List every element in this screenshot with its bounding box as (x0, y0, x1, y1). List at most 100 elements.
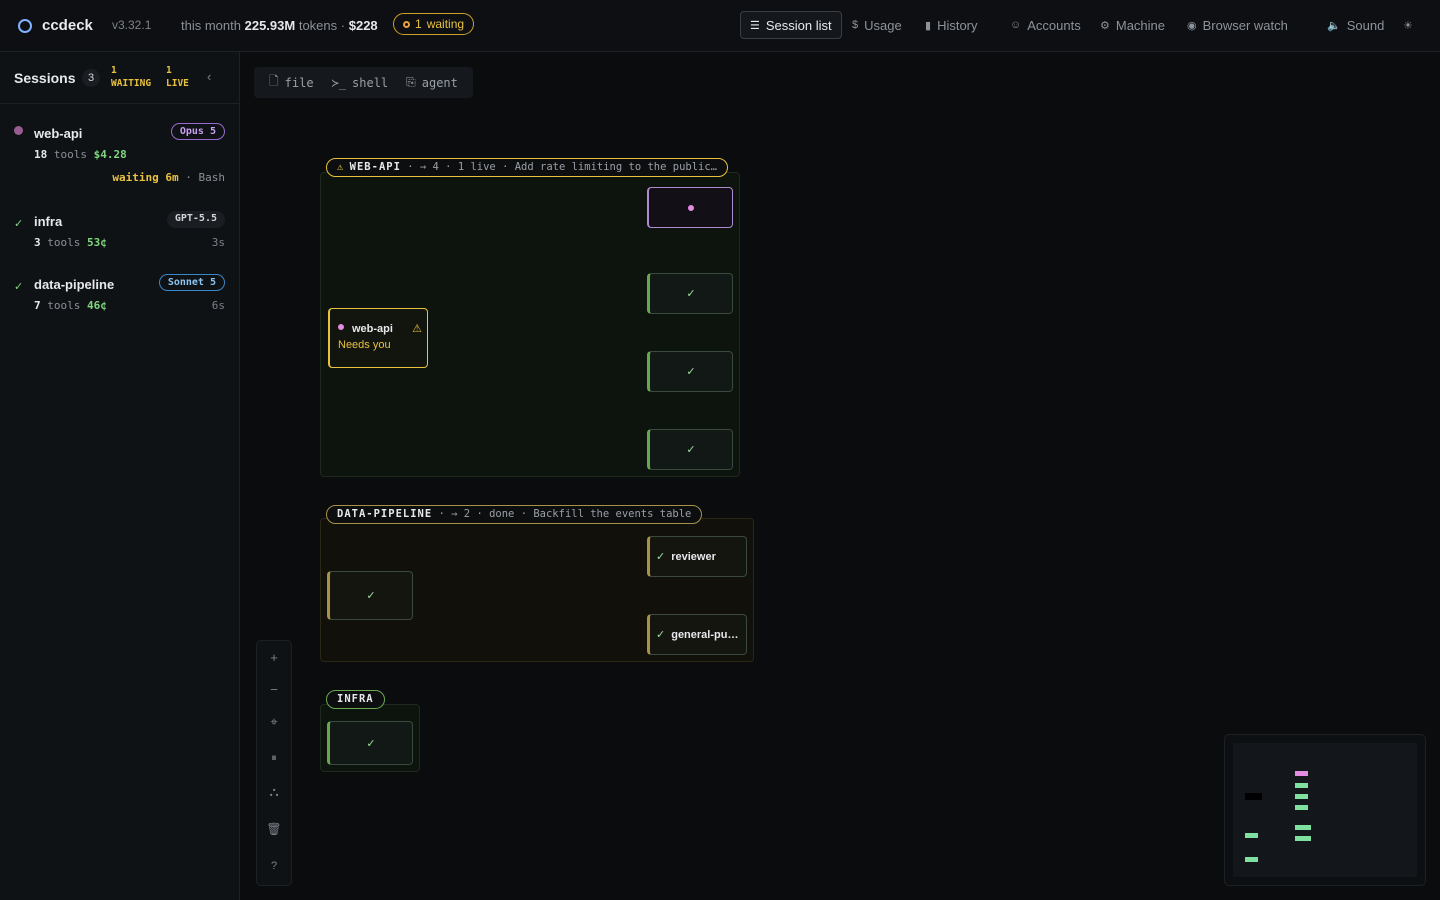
session-count-badge: 3 (82, 69, 100, 87)
node-general-purpose[interactable]: ✓ general-pu… (647, 614, 747, 655)
minimap-node (1295, 836, 1311, 841)
done-check-icon: ✓ (656, 551, 666, 563)
session-item-data-pipeline[interactable]: ✓ data-pipeline Sonnet 5 7 tools 46¢ 6s (0, 274, 239, 318)
usage-prefix: this month (181, 18, 241, 33)
done-check-icon: ✓ (656, 629, 666, 641)
node-status: Needs you (338, 339, 391, 351)
minimap-node (1295, 783, 1308, 788)
group-name: DATA-PIPELINE (337, 508, 433, 520)
logo-icon (18, 19, 32, 33)
minimap-node (1295, 794, 1308, 799)
minimap-node (1245, 833, 1258, 838)
nav-browser-watch[interactable]: ◉ Browser watch (1178, 11, 1297, 39)
node-web-api-main[interactable]: web-api Needs you ⚠ (328, 308, 428, 368)
group-label-data-pipeline[interactable]: DATA-PIPELINE · → 2 · done · Backfill th… (326, 505, 703, 524)
list-icon: ☰ (750, 19, 760, 32)
tools-label: tools (47, 299, 81, 312)
node-subagent-done[interactable]: ✓ (647, 351, 733, 392)
layout-tree-button[interactable]: ⛬ (257, 784, 291, 800)
help-button[interactable]: ? (257, 860, 291, 872)
session-item-web-api[interactable]: web-api Opus 5 18 tools $4.28 waiting 6m… (0, 123, 239, 193)
model-badge: GPT-5.5 (166, 211, 225, 228)
nav-machine[interactable]: ⚙ Machine (1091, 11, 1174, 39)
theme-toggle[interactable]: ☀ (1394, 11, 1422, 39)
top-bar: ccdeck v3.32.1 this month 225.93M tokens… (0, 0, 1440, 52)
waiting-dot-icon (403, 20, 410, 28)
usage-sep: · (340, 18, 346, 33)
session-meta: 3 tools 53¢ (34, 236, 107, 249)
waiting-label: waiting (426, 17, 465, 31)
nav-history[interactable]: ▮ History (916, 11, 987, 39)
session-state (14, 126, 23, 135)
nav-label: Accounts (1027, 17, 1081, 33)
sessions-sidebar: Sessions 3 1 WAITING 1 LIVE ‹ web-api Op… (0, 52, 240, 900)
fit-view-button[interactable]: ⌖ (257, 714, 291, 730)
group-label-infra[interactable]: INFRA (326, 690, 385, 709)
group-info: · → 2 · done · Backfill the events table (438, 508, 692, 520)
minimap-node (1295, 771, 1308, 776)
group-name: INFRA (337, 693, 374, 705)
session-name: web-api (34, 126, 83, 141)
node-data-pipeline-main[interactable]: ✓ (327, 571, 413, 620)
nav-accounts[interactable]: ☺ Accounts (1001, 11, 1090, 39)
sun-icon: ☀ (1403, 19, 1413, 32)
eye-icon: ◉ (1187, 19, 1197, 32)
tools-label: tools (53, 148, 87, 161)
nav-label: Sound (1346, 17, 1385, 33)
waiting-pill[interactable]: 1 waiting (393, 13, 475, 35)
node-subagent-done[interactable]: ✓ (647, 273, 733, 314)
zoom-out-button[interactable]: − (257, 682, 291, 697)
tool-count: 18 (34, 148, 48, 161)
nav-usage[interactable]: $ Usage (843, 11, 911, 39)
live-dot-icon (687, 204, 694, 211)
gear-icon: ⚙ (1100, 19, 1110, 32)
monthly-usage: this month 225.93M tokens · $228 (181, 18, 378, 33)
done-check-icon: ✓ (14, 281, 24, 293)
warning-icon: ⚠ (412, 323, 422, 335)
minimap-viewport (1233, 743, 1417, 877)
session-item-infra[interactable]: ✓ infra GPT-5.5 3 tools 53¢ 3s (0, 211, 239, 255)
session-cost: $4.28 (93, 148, 127, 161)
node-reviewer[interactable]: ✓ reviewer (647, 536, 747, 577)
live-dot-icon (338, 324, 344, 330)
nav-sound[interactable]: 🔈 Sound (1318, 11, 1393, 39)
session-canvas[interactable]: 🗋 file ≻_ shell ⎘ agent ⚠ WEB-API · → 4 … (240, 52, 1440, 900)
nav-label: Machine (1115, 17, 1166, 33)
session-cost: 46¢ (87, 299, 107, 312)
nav-label: Usage (864, 17, 902, 33)
sidebar-title: Sessions (14, 70, 76, 86)
zoom-in-button[interactable]: + (257, 650, 291, 665)
waiting-count: 1 (415, 17, 422, 31)
waiting-stat-label: WAITING (111, 78, 152, 89)
waiting-stat-count: 1 (111, 65, 117, 76)
dollar-icon: $ (852, 19, 859, 31)
app-name[interactable]: ccdeck (42, 17, 93, 34)
session-meta: 18 tools $4.28 (34, 148, 127, 161)
minimap[interactable] (1224, 734, 1426, 886)
waiting-stat[interactable]: 1 WAITING (111, 64, 151, 90)
user-icon: ☺ (1010, 19, 1022, 31)
collapse-sidebar-button[interactable]: ‹ (207, 69, 211, 84)
session-age: 6s (211, 299, 225, 312)
session-age: 3s (211, 236, 225, 249)
nav-label: Session list (765, 17, 832, 33)
group-label-web-api[interactable]: ⚠ WEB-API · → 4 · 1 live · Add rate limi… (326, 158, 729, 177)
node-subagent-done[interactable]: ✓ (647, 429, 733, 470)
node-name: web-api (352, 323, 393, 335)
tool-count: 3 (34, 236, 41, 249)
node-name: general-pu… (671, 628, 739, 641)
tool-count: 7 (34, 299, 41, 312)
live-stat[interactable]: 1 LIVE (166, 64, 189, 90)
minimap-node (1245, 857, 1258, 862)
usage-cost: $228 (348, 18, 378, 33)
nav-session-list[interactable]: ☰ Session list (740, 11, 842, 39)
pause-button[interactable]: ⏸ (257, 752, 291, 765)
node-live-subagent[interactable] (647, 187, 733, 228)
trash-icon[interactable]: 🗑 (257, 822, 291, 836)
nav-label: Browser watch (1202, 17, 1288, 33)
node-infra-main[interactable]: ✓ (327, 721, 413, 765)
nav-label: History (937, 17, 978, 33)
waiting-status: waiting 6m · Bash (112, 171, 225, 184)
warning-icon: ⚠ (337, 161, 344, 173)
canvas-controls: + − ⌖ ⏸ ⛬ 🗑 ? (256, 640, 292, 886)
